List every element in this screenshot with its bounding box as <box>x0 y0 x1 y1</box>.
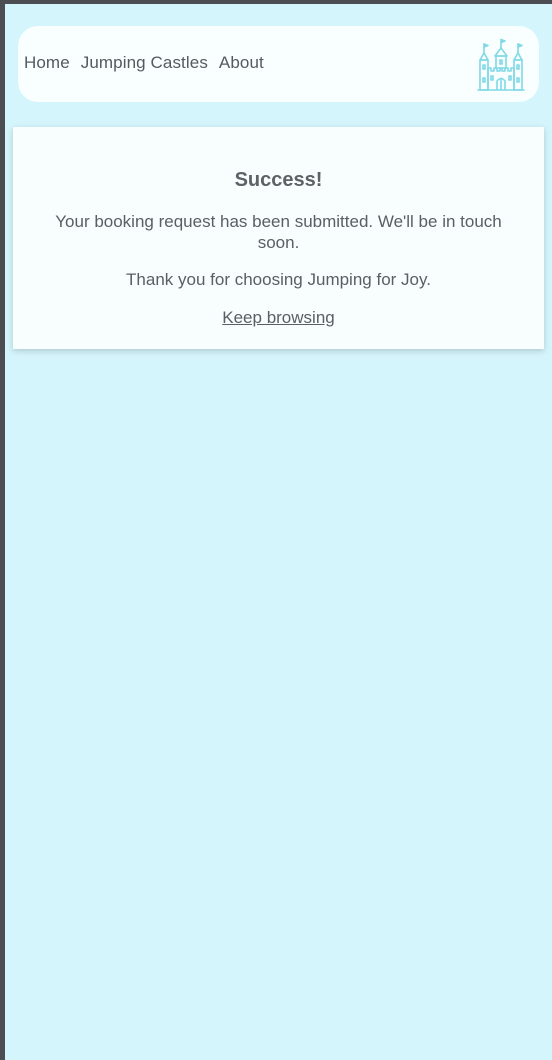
nav-link-jumping-castles[interactable]: Jumping Castles <box>81 53 208 73</box>
keep-browsing-link[interactable]: Keep browsing <box>222 308 334 327</box>
castle-icon[interactable] <box>475 38 527 92</box>
success-card: Success! Your booking request has been s… <box>13 127 544 349</box>
success-title: Success! <box>234 169 323 191</box>
page-viewport: Home Jumping Castles About Success! Your… <box>5 4 552 1060</box>
success-message: Your booking request has been submitted.… <box>55 212 502 252</box>
nav-links: Home Jumping Castles About <box>24 53 264 73</box>
nav-link-home[interactable]: Home <box>24 53 70 73</box>
keep-browsing-container: Keep browsing <box>13 307 544 328</box>
nav-link-about[interactable]: About <box>219 53 264 73</box>
navbar: Home Jumping Castles About <box>18 26 539 102</box>
thank-you-message: Thank you for choosing Jumping for Joy. <box>126 270 431 289</box>
